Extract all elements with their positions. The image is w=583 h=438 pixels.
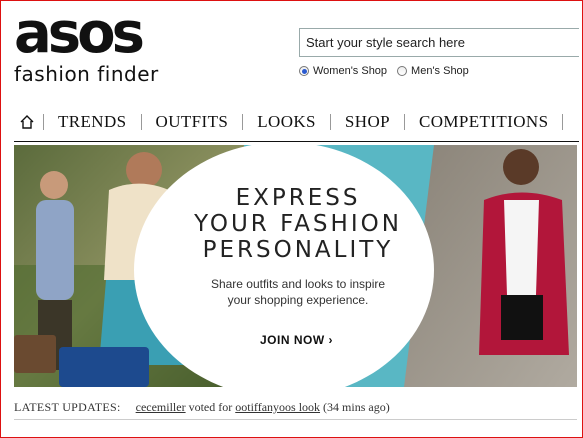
mens-shop-option[interactable]: Men's Shop	[397, 65, 469, 77]
footer-divider	[14, 419, 577, 420]
hero-banner[interactable]: EXPRESS YOUR FASHION PERSONALITY Share o…	[14, 145, 577, 387]
search-input[interactable]	[300, 29, 583, 56]
update-time: (34 mins ago)	[323, 400, 390, 414]
mens-shop-radio[interactable]	[397, 66, 408, 76]
join-now-button[interactable]: JOIN NOW ›	[260, 333, 333, 347]
nav-trends[interactable]: TRENDS	[44, 112, 141, 132]
hero-subtitle-line: Share outfits and looks to inspire	[210, 277, 386, 291]
nav-looks[interactable]: LOOKS	[243, 112, 330, 132]
latest-updates-label: LATEST UPDATES:	[14, 400, 121, 414]
nav-divider	[14, 141, 579, 142]
home-icon[interactable]	[11, 114, 43, 130]
update-action: voted for	[188, 400, 233, 414]
hero-photo	[14, 145, 577, 387]
mens-shop-label: Men's Shop	[411, 65, 469, 77]
nav-outfits[interactable]: OUTFITS	[142, 112, 243, 132]
search-box[interactable]	[299, 28, 583, 57]
nav-competitions[interactable]: COMPETITIONS	[405, 112, 562, 132]
hero-title-line: PERSONALITY	[202, 237, 394, 263]
hero-title-line: EXPRESS	[235, 185, 361, 211]
hero-title-line: YOUR FASHION	[194, 211, 402, 237]
latest-updates: LATEST UPDATES: cecemiller voted for oot…	[14, 400, 390, 415]
nav-separator	[562, 114, 564, 130]
hero-subtitle: Share outfits and looks to inspire your …	[190, 276, 406, 308]
womens-shop-option[interactable]: Women's Shop	[299, 65, 387, 77]
womens-shop-radio[interactable]	[299, 66, 309, 76]
hero-subtitle-line: your shopping experience.	[227, 293, 369, 307]
fashion-finder-tagline: fashion finder	[14, 62, 159, 86]
womens-shop-label: Women's Shop	[313, 65, 388, 77]
update-user-link[interactable]: cecemiller	[136, 400, 186, 414]
hero-title: EXPRESS YOUR FASHION PERSONALITY	[180, 185, 416, 263]
update-target-link[interactable]: ootiffanyoos look	[235, 400, 320, 414]
shop-selector: Women's Shop Men's Shop	[299, 65, 469, 77]
asos-logo[interactable]: asos	[14, 2, 145, 66]
nav-shop[interactable]: SHOP	[331, 112, 404, 132]
main-nav: TRENDS OUTFITS LOOKS SHOP COMPETITIONS	[0, 106, 583, 138]
